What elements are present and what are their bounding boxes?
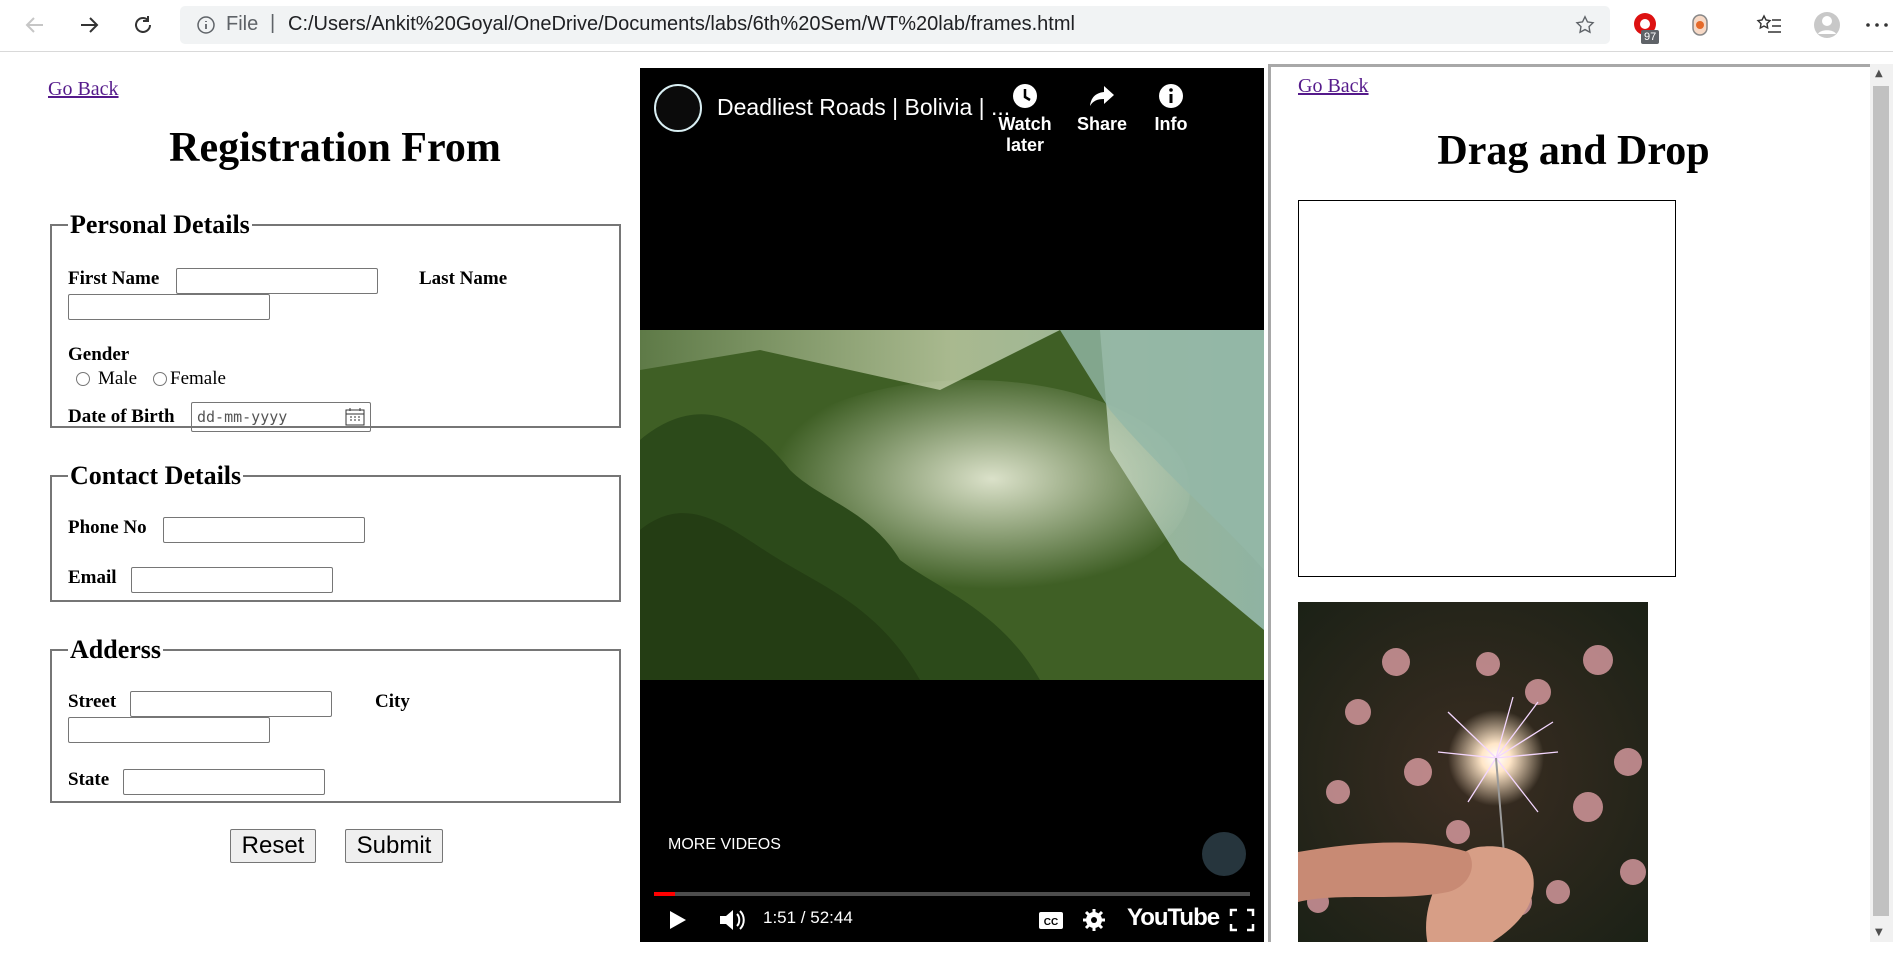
dob-placeholder: dd-mm-yyyy [197,408,288,426]
fullscreen-icon[interactable] [1226,906,1258,934]
registration-frame: Go Back Registration From Personal Detai… [0,52,638,959]
page-title: Registration From [169,125,501,171]
watch-later-label: Watch later [998,114,1052,155]
contact-details-legend: Contact Details [70,461,242,490]
info-icon[interactable] [196,15,216,35]
info-label: Info [1154,114,1188,134]
info-circle-icon [1159,84,1183,108]
phone-input[interactable] [163,517,365,543]
personal-details-legend: Personal Details [70,210,250,239]
share-icon [1090,86,1114,106]
street-label: Street [68,691,117,712]
channel-watermark-icon[interactable] [1202,832,1246,876]
back-arrow-icon[interactable] [20,10,50,40]
scroll-up-arrow-icon[interactable]: ▲ [1875,68,1883,79]
female-radio[interactable] [153,372,167,386]
gender-label: Gender [68,344,130,365]
email-input[interactable] [131,567,333,593]
play-icon[interactable] [660,906,692,934]
refresh-icon[interactable] [128,10,158,40]
info-button[interactable]: Info [1126,82,1216,135]
address-legend: Adderss [70,635,162,664]
scrollbar-thumb[interactable] [1873,86,1889,916]
sparkler-image[interactable] [1298,602,1648,942]
recording-extension-icon[interactable] [1685,10,1715,40]
drag-drop-frame: Go Back Drag and Drop [1268,64,1893,942]
state-label: State [68,769,110,790]
file-label: File [226,13,259,35]
frame-scrollbar[interactable]: ▲ ▼ [1870,64,1893,942]
female-label: Female [170,368,226,389]
last-name-input[interactable] [68,294,270,320]
contact-details-fieldset: Contact Details Phone No Email [50,461,621,602]
favorite-star-icon[interactable] [1574,14,1596,36]
video-thumbnail[interactable] [640,330,1264,680]
scroll-down-arrow-icon[interactable]: ▼ [1875,927,1883,938]
browser-toolbar: File | C:/Users/Ankit%20Goyal/OneDrive/D… [0,0,1893,52]
submit-button[interactable]: Submit [345,829,443,863]
address-fieldset: Adderss Street City State [50,635,621,803]
male-label: Male [98,368,138,389]
dob-label: Date of Birth [68,406,175,427]
more-videos-button[interactable]: MORE VIDEOS [668,836,781,854]
state-input[interactable] [123,769,325,795]
separator: | [270,12,276,34]
clock-icon [1013,84,1037,108]
city-input[interactable] [68,717,270,743]
time-display: 1:51 / 52:44 [763,908,853,927]
url-text[interactable]: C:/Users/Ankit%20Goyal/OneDrive/Document… [288,13,1075,36]
channel-logo-icon[interactable] [654,84,702,132]
share-label: Share [1076,114,1128,134]
video-frame[interactable]: Deadliest Roads | Bolivia | ... Watch la… [640,68,1264,942]
forward-arrow-icon[interactable] [74,10,104,40]
volume-icon[interactable] [716,906,748,934]
favorites-icon[interactable] [1755,10,1785,40]
captions-icon[interactable]: CC [1035,906,1067,934]
first-name-label: First Name [68,268,160,289]
drop-target-box[interactable] [1298,200,1676,577]
city-label: City [375,691,410,712]
first-name-input[interactable] [176,268,378,294]
extension-badge: 97 [1641,30,1660,44]
email-label: Email [68,567,117,588]
street-input[interactable] [130,691,332,717]
dob-date-input[interactable]: dd-mm-yyyy [191,402,371,432]
svg-text:CC: CC [1044,917,1058,928]
male-radio[interactable] [76,372,90,386]
page-title: Drag and Drop [1437,128,1710,174]
youtube-logo[interactable]: YouTube [1127,904,1220,932]
profile-avatar-icon[interactable] [1812,10,1842,40]
address-bar[interactable]: File | C:/Users/Ankit%20Goyal/OneDrive/D… [180,6,1610,44]
more-menu-icon[interactable] [1862,10,1892,40]
video-progress-bar[interactable] [654,892,1250,896]
progress-fill [654,892,675,896]
go-back-link[interactable]: Go Back [48,78,119,101]
calendar-icon[interactable] [345,408,365,426]
phone-label: Phone No [68,517,147,538]
video-title[interactable]: Deadliest Roads | Bolivia | ... [717,94,1010,121]
reset-button[interactable]: Reset [230,829,316,863]
settings-gear-icon[interactable] [1078,906,1110,934]
go-back-link[interactable]: Go Back [1298,75,1369,98]
last-name-label: Last Name [419,268,508,289]
personal-details-fieldset: Personal Details First Name Last Name Ge… [50,210,621,432]
